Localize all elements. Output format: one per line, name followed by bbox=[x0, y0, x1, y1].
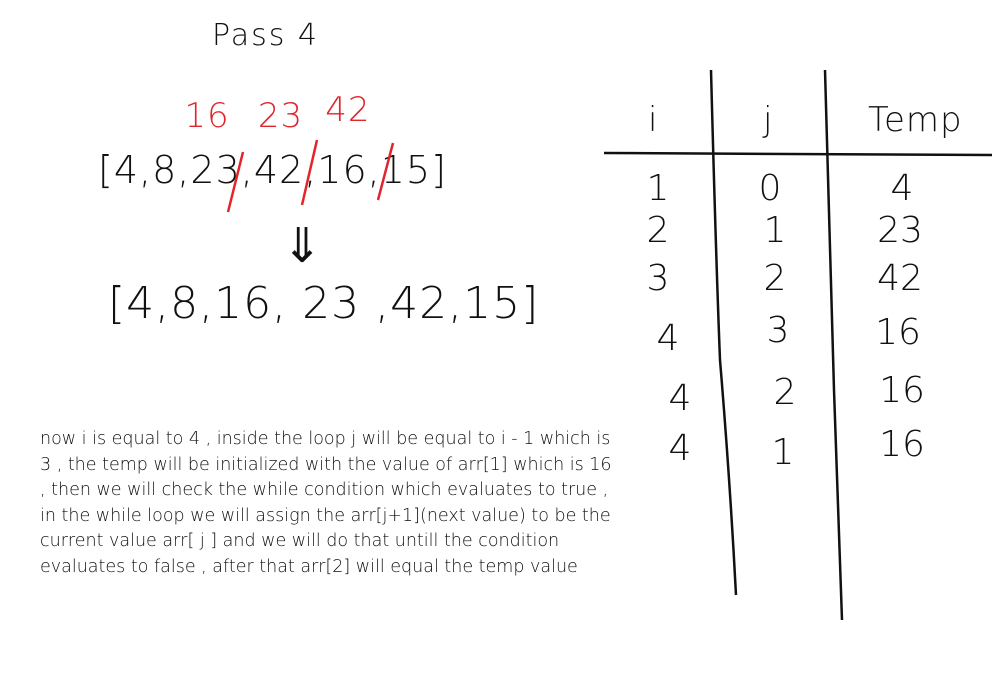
bracket-open: [ bbox=[108, 278, 127, 329]
down-arrow-icon: ⇓ bbox=[282, 218, 323, 274]
array-after: [4,8,16, 23 ,42,15] bbox=[108, 278, 540, 329]
column-header-j: j bbox=[763, 100, 773, 140]
table-cell: 1 bbox=[646, 168, 670, 209]
column-header-temp: Temp bbox=[868, 100, 963, 140]
column-divider bbox=[823, 69, 844, 620]
header-rule bbox=[603, 151, 993, 157]
table-cell: 3 bbox=[766, 310, 790, 351]
table-cell: 4 bbox=[668, 378, 692, 419]
table-cell: 3 bbox=[646, 258, 670, 299]
strike-mark bbox=[300, 139, 319, 206]
array-item: 23 bbox=[302, 278, 361, 329]
strike-mark bbox=[226, 151, 245, 213]
table-cell: 2 bbox=[763, 258, 787, 299]
table-cell: 4 bbox=[656, 318, 680, 359]
table-cell: 4 bbox=[890, 168, 914, 209]
table-cell: 1 bbox=[763, 210, 787, 251]
table-cell: 42 bbox=[877, 258, 923, 299]
array-item: 15 bbox=[463, 278, 522, 329]
array-item: 42 bbox=[390, 278, 449, 329]
bracket-close: ] bbox=[521, 278, 540, 329]
table-cell: 2 bbox=[646, 210, 670, 251]
table-cell: 4 bbox=[668, 428, 692, 469]
table-cell: 23 bbox=[877, 210, 923, 251]
table-cell: 16 bbox=[875, 312, 921, 353]
array-item: 16 bbox=[214, 278, 273, 329]
array-item: 8 bbox=[170, 278, 200, 329]
table-cell: 16 bbox=[879, 370, 925, 411]
column-divider bbox=[709, 69, 738, 596]
strike-mark bbox=[376, 142, 395, 201]
trace-table: i j Temp 1 0 4 2 1 23 3 2 42 4 3 16 4 2 … bbox=[600, 60, 995, 620]
table-cell: 16 bbox=[879, 424, 925, 465]
array-item: 4 bbox=[126, 278, 156, 329]
column-header-i: i bbox=[648, 100, 658, 140]
table-cell: 2 bbox=[773, 372, 797, 413]
table-cell: 1 bbox=[771, 432, 795, 473]
explanation-text: now i is equal to 4 , inside the loop j … bbox=[40, 429, 612, 577]
table-cell: 0 bbox=[758, 168, 782, 209]
